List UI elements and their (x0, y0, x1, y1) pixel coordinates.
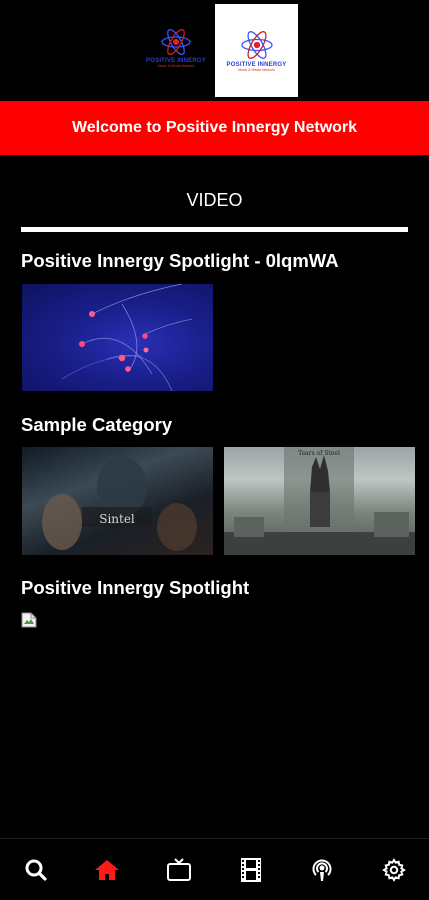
nav-tv[interactable] (164, 855, 194, 885)
logo-big[interactable]: POSITIVE INNERGY Music & Media Network (215, 4, 298, 97)
nav-settings[interactable] (379, 855, 409, 885)
welcome-banner: Welcome to Positive Innergy Network (0, 101, 429, 155)
tears-of-steel-poster-art: Tears of Steel (224, 447, 415, 555)
gear-icon (382, 858, 406, 882)
home-icon (95, 860, 119, 880)
sintel-poster-art: Sintel (42, 457, 197, 551)
nav-video[interactable] (236, 855, 266, 885)
section-title: Positive Innergy Spotlight - 0lqmWA (21, 250, 339, 271)
nav-search[interactable] (21, 855, 51, 885)
app-header: POSITIVE INNERGY Music & Media Network P… (0, 0, 429, 101)
video-thumbnail[interactable]: Tears of Steel (224, 447, 415, 555)
thumb-caption: Sintel (99, 512, 135, 526)
logo-big-subtitle: Music & Media Network (238, 67, 275, 72)
bottom-nav (0, 838, 429, 900)
tab-video-indicator (21, 227, 408, 232)
tv-icon (167, 858, 191, 881)
nav-podcast[interactable] (307, 855, 337, 885)
search-icon (25, 859, 47, 881)
atom-logo-icon (161, 28, 191, 56)
video-thumbnail[interactable] (22, 284, 213, 391)
nav-home[interactable] (92, 855, 122, 885)
section-title: Positive Innergy Spotlight (21, 577, 250, 598)
tab-video[interactable]: VIDEO (21, 190, 408, 211)
logo-small-subtitle: Music & Media Network (157, 64, 195, 68)
podcast-icon (312, 859, 332, 881)
broken-image-icon[interactable] (21, 612, 37, 628)
neuron-artwork (61, 284, 193, 391)
section-title: Sample Category (21, 414, 173, 435)
atom-logo-icon (240, 30, 273, 59)
logo-small[interactable]: POSITIVE INNERGY Music & Media Network (143, 22, 209, 74)
film-icon (241, 858, 261, 882)
thumb-caption: Tears of Steel (298, 450, 340, 457)
video-thumbnail[interactable]: Sintel (22, 447, 213, 555)
welcome-banner-text: Welcome to Positive Innergy Network (71, 119, 358, 136)
